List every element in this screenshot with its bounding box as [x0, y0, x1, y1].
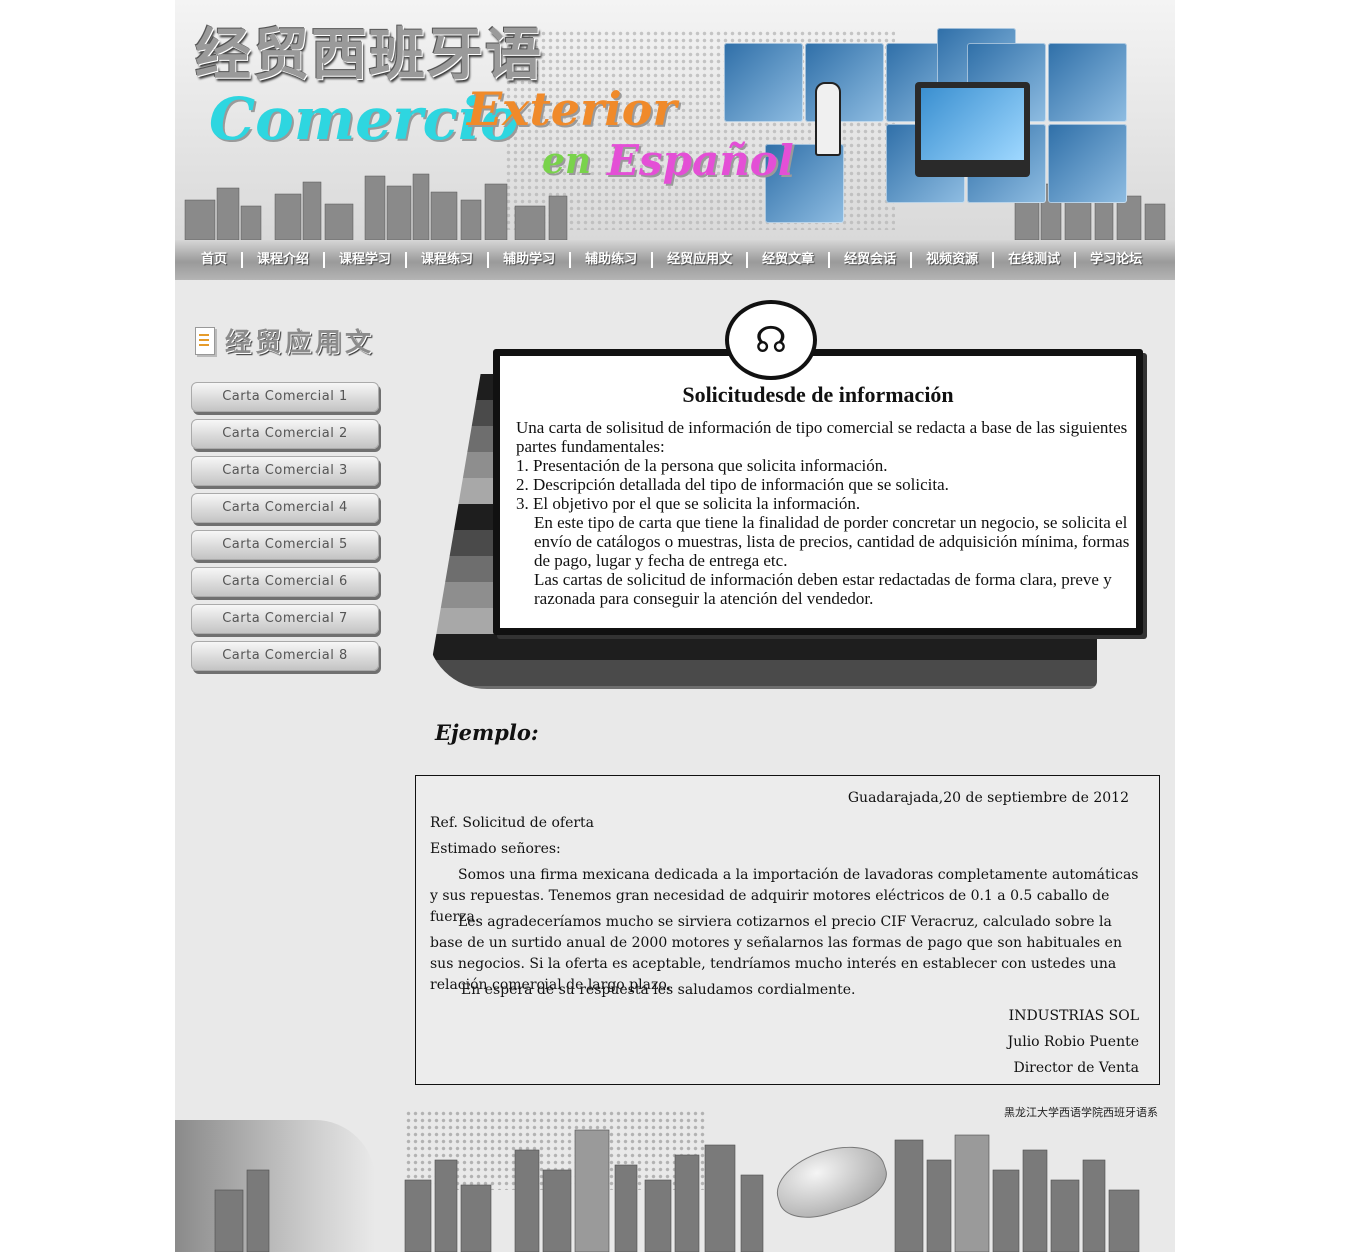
computer-monitor-image [915, 82, 1030, 177]
letter-date: Guadarajada,20 de septiembre de 2012 [847, 790, 1129, 806]
card-title: Solicitudesde de información [682, 382, 954, 407]
nav-forum[interactable]: 学习论坛 [1076, 252, 1156, 268]
info-card-area: Solicitudesde de información Una carta d… [427, 296, 1147, 691]
card-body: Una carta de solisitud de información de… [516, 418, 1131, 608]
sidebar-title: 经贸应用文 [195, 322, 375, 359]
sidebar-item-carta-2[interactable]: Carta Comercial 2 [191, 419, 379, 449]
example-heading: Ejemplo: [435, 720, 539, 745]
nav-home[interactable]: 首页 [187, 252, 244, 268]
card-point-2: 2. Descripción detallada del tipo de inf… [516, 475, 949, 494]
sidebar-menu: Carta Comercial 1 Carta Comercial 2 Cart… [191, 382, 381, 678]
letter-greeting: Estimado señores: [430, 841, 561, 857]
card-paragraph-2: Las cartas de solicitud de información d… [534, 570, 1112, 608]
main-nav: 首页 课程介绍 课程学习 课程练习 辅助学习 辅助练习 经贸应用文 经贸文章 经… [175, 240, 1175, 280]
nav-online-test[interactable]: 在线测试 [994, 252, 1077, 268]
site-title-chinese: 经贸西班牙语 [195, 23, 543, 88]
site-title-exterior: Exterior [467, 82, 677, 136]
nav-course-study[interactable]: 课程学习 [325, 252, 408, 268]
nav-business-writing[interactable]: 经贸应用文 [653, 252, 749, 268]
letter-reference: Ref. Solicitud de oferta [430, 815, 595, 831]
footer-skyline-image [175, 1110, 1175, 1252]
nav-business-dialogues[interactable]: 经贸会话 [830, 252, 913, 268]
header-banner: 经贸西班牙语 Comercio Exterior en Español [175, 0, 1175, 240]
site-title-en: en [542, 140, 592, 182]
page: 经贸西班牙语 Comercio Exterior en Español 首页 课… [175, 0, 1175, 1252]
card-paragraph-1: En este tipo de carta que tiene la final… [534, 513, 1130, 570]
sidebar-item-carta-4[interactable]: Carta Comercial 4 [191, 493, 379, 523]
nav-course-practice[interactable]: 课程练习 [407, 252, 490, 268]
nav-aux-practice[interactable]: 辅助练习 [571, 252, 654, 268]
footer-buildings [214, 1129, 1140, 1252]
photo-tile [1048, 43, 1127, 122]
sidebar-item-carta-6[interactable]: Carta Comercial 6 [191, 567, 379, 597]
info-card: Solicitudesde de información Una carta d… [493, 349, 1143, 635]
sidebar-item-carta-1[interactable]: Carta Comercial 1 [191, 382, 379, 412]
card-point-3: 3. El objetivo por el que se solicita la… [516, 494, 861, 513]
photo-tile [724, 43, 803, 122]
example-letter: Guadarajada,20 de septiembre de 2012 Ref… [415, 775, 1160, 1085]
running-businessman-image [815, 82, 841, 156]
letter-signature-name: Julio Robio Puente [1007, 1034, 1139, 1050]
letter-paragraph-3: En espera de su respuesta les saludamos … [461, 982, 856, 998]
spiral-logo-icon: ☊ [725, 300, 817, 380]
nav-business-articles[interactable]: 经贸文章 [748, 252, 831, 268]
footer-credit: 黑龙江大学西语学院西班牙语系 [1004, 1106, 1158, 1119]
letter-signature-company: INDUSTRIAS SOL [1008, 1008, 1139, 1024]
sidebar-item-carta-7[interactable]: Carta Comercial 7 [191, 604, 379, 634]
nav-aux-study[interactable]: 辅助学习 [489, 252, 572, 268]
sidebar-item-carta-5[interactable]: Carta Comercial 5 [191, 530, 379, 560]
letter-signature-title: Director de Venta [1013, 1060, 1139, 1076]
sidebar-title-text: 经贸应用文 [225, 328, 376, 358]
sidebar-item-carta-3[interactable]: Carta Comercial 3 [191, 456, 379, 486]
nav-video-resources[interactable]: 视频资源 [912, 252, 995, 268]
card-point-1: 1. Presentación de la persona que solici… [516, 456, 888, 475]
site-title-espanol: Español [607, 136, 794, 185]
photo-tile [1048, 124, 1127, 203]
sidebar-item-carta-8[interactable]: Carta Comercial 8 [191, 641, 379, 671]
nav-course-intro[interactable]: 课程介绍 [243, 252, 326, 268]
document-icon [195, 326, 215, 355]
card-intro: Una carta de solisitud de información de… [516, 418, 1128, 456]
